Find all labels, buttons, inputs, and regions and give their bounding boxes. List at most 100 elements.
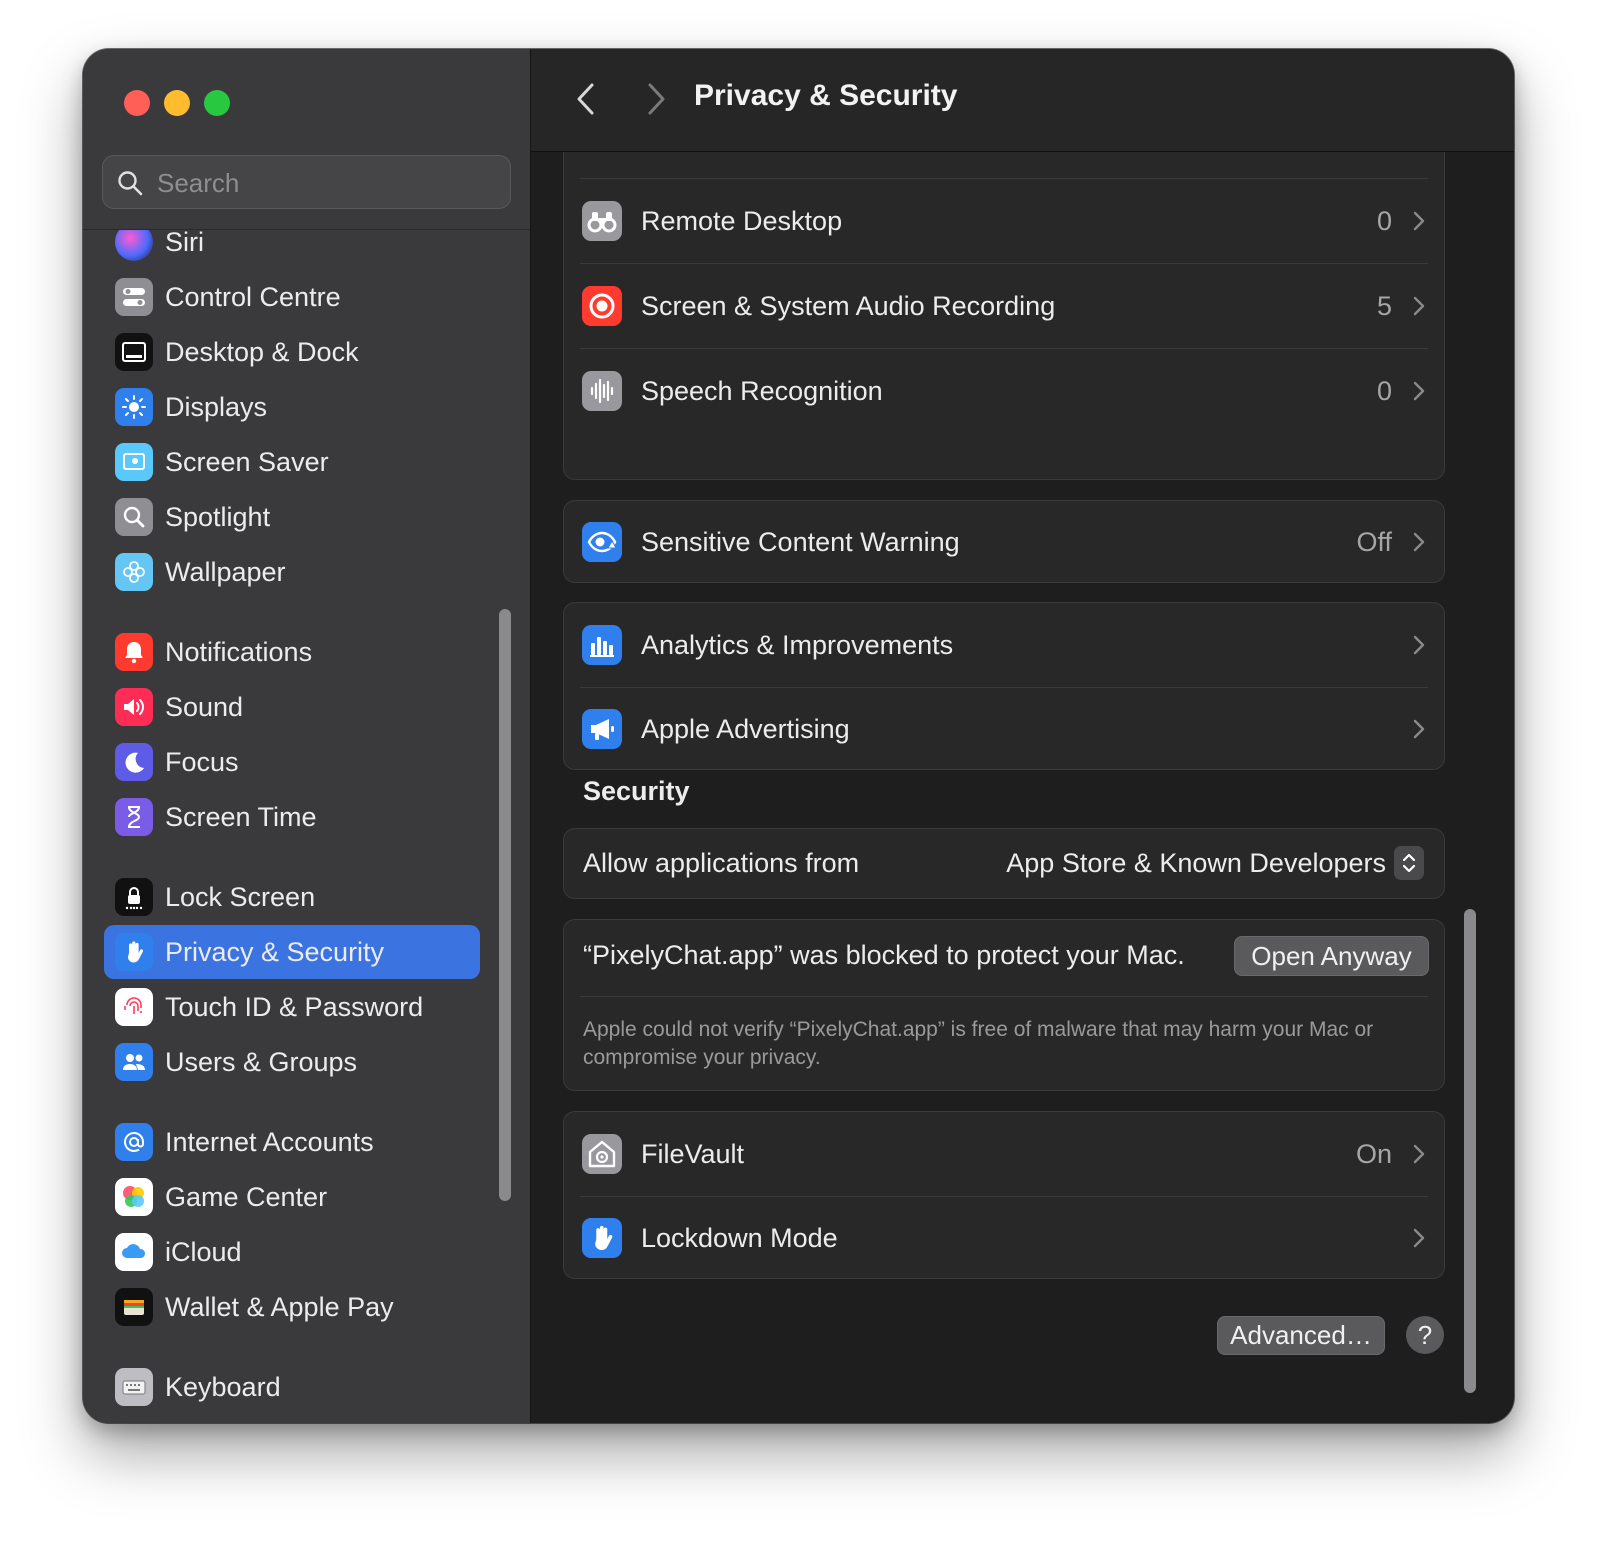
record-icon [582, 286, 622, 326]
settings-window: Siri Control Centre Desktop & Dock Displ… [83, 49, 1514, 1423]
advanced-button[interactable]: Advanced… [1217, 1316, 1385, 1355]
analytics-group: Analytics & Improvements Apple Advertisi… [563, 602, 1445, 770]
toolbar: Privacy & Security [531, 49, 1514, 152]
chevron-right-icon [1413, 296, 1425, 316]
sidebar-item-screen-time[interactable]: Screen Time [104, 790, 480, 844]
sidebar-item-lock-screen[interactable]: Lock Screen [104, 870, 480, 924]
users-groups-icon [115, 1043, 153, 1081]
chevron-right-icon [1413, 211, 1425, 231]
row-lockdown-mode[interactable]: Lockdown Mode [564, 1196, 1444, 1280]
wallpaper-icon [115, 553, 153, 591]
lock-screen-icon [115, 878, 153, 916]
sidebar-item-wallpaper[interactable]: Wallpaper [104, 545, 480, 599]
control-centre-icon [115, 278, 153, 316]
sidebar-item-screen-saver[interactable]: Screen Saver [104, 435, 480, 489]
screen-saver-icon [115, 443, 153, 481]
content-scrollbar[interactable] [1464, 909, 1476, 1393]
sidebar-item-privacy-security[interactable]: Privacy & Security [104, 925, 480, 979]
waveform-icon [582, 371, 622, 411]
sidebar-item-icloud[interactable]: iCloud [104, 1225, 480, 1279]
binoculars-icon [582, 201, 622, 241]
main-pane: Privacy & Security Remote Desktop 0 Scre… [531, 49, 1514, 1423]
sidebar-item-keyboard[interactable]: Keyboard [104, 1360, 480, 1414]
chevron-right-icon [1413, 381, 1425, 401]
chevron-right-icon [1413, 1144, 1425, 1164]
sidebar-item-game-center[interactable]: Game Center [104, 1170, 480, 1224]
game-center-icon [115, 1178, 153, 1216]
sidebar-item-users-groups[interactable]: Users & Groups [104, 1035, 480, 1089]
search-icon [118, 171, 143, 196]
notifications-icon [115, 633, 153, 671]
sidebar-item-displays[interactable]: Displays [104, 380, 480, 434]
fingerprint-icon [115, 988, 153, 1026]
sidebar-item-touch-id[interactable]: Touch ID & Password [104, 980, 480, 1034]
focus-icon [115, 743, 153, 781]
sidebar-item-wallet[interactable]: Wallet & Apple Pay [104, 1280, 480, 1334]
analytics-icon [582, 625, 622, 665]
privacy-permissions-group: Remote Desktop 0 Screen & System Audio R… [563, 152, 1445, 480]
icloud-icon [115, 1233, 153, 1271]
megaphone-icon [582, 709, 622, 749]
wallet-icon [115, 1288, 153, 1326]
sensitive-content-group: Sensitive Content Warning Off [563, 500, 1445, 583]
chevron-left-icon [577, 83, 594, 115]
sidebar-item-sound[interactable]: Sound [104, 680, 480, 734]
encryption-group: FileVault On Lockdown Mode [563, 1111, 1445, 1279]
divider [580, 996, 1428, 997]
sound-icon [115, 688, 153, 726]
screen-time-icon [115, 798, 153, 836]
back-button[interactable] [566, 79, 606, 119]
row-speech-recognition[interactable]: Speech Recognition 0 [564, 349, 1444, 433]
allow-apps-label: Allow applications from [583, 848, 860, 878]
filevault-icon [582, 1134, 622, 1174]
keyboard-icon [115, 1368, 153, 1406]
help-button[interactable]: ? [1406, 1316, 1444, 1354]
chevron-right-icon [648, 83, 665, 115]
chevron-right-icon [1413, 1228, 1425, 1248]
eye-warning-icon [582, 522, 622, 562]
sidebar-list: Siri Control Centre Desktop & Dock Displ… [83, 230, 530, 1423]
sidebar: Siri Control Centre Desktop & Dock Displ… [83, 49, 531, 1423]
sidebar-item-internet-accounts[interactable]: Internet Accounts [104, 1115, 480, 1169]
chevron-right-icon [1413, 532, 1425, 552]
sidebar-item-spotlight[interactable]: Spotlight [104, 490, 480, 544]
allow-apps-value: App Store & Known Developers [1006, 847, 1386, 878]
allow-apps-popup[interactable]: App Store & Known Developers [1006, 843, 1424, 883]
siri-icon [115, 230, 153, 261]
internet-accounts-icon [115, 1123, 153, 1161]
row-screen-audio-recording[interactable]: Screen & System Audio Recording 5 [564, 264, 1444, 348]
search-input[interactable] [155, 156, 499, 210]
sidebar-item-control-centre[interactable]: Control Centre [104, 270, 480, 324]
row-apple-advertising[interactable]: Apple Advertising [564, 687, 1444, 771]
sidebar-item-focus[interactable]: Focus [104, 735, 480, 789]
security-section-title: Security [583, 776, 690, 806]
close-button[interactable] [124, 90, 150, 116]
sidebar-item-notifications[interactable]: Notifications [104, 625, 480, 679]
chevron-right-icon [1413, 719, 1425, 739]
allow-apps-group: Allow applications from App Store & Know… [563, 828, 1445, 899]
row-analytics-improvements[interactable]: Analytics & Improvements [564, 603, 1444, 687]
row-filevault[interactable]: FileVault On [564, 1112, 1444, 1196]
spotlight-icon [115, 498, 153, 536]
minimize-button[interactable] [164, 90, 190, 116]
chevron-right-icon [1413, 635, 1425, 655]
blocked-app-group: “PixelyChat.app” was blocked to protect … [563, 919, 1445, 1091]
row-remote-desktop[interactable]: Remote Desktop 0 [564, 179, 1444, 263]
displays-icon [115, 388, 153, 426]
blocked-app-message: “PixelyChat.app” was blocked to protect … [583, 940, 1185, 970]
search-field[interactable] [102, 155, 511, 210]
page-title: Privacy & Security [694, 79, 958, 112]
privacy-hand-icon [115, 933, 153, 971]
blocked-app-detail: Apple could not verify “PixelyChat.app” … [583, 1018, 1374, 1069]
lockdown-hand-icon [582, 1218, 622, 1258]
sidebar-item-desktop-dock[interactable]: Desktop & Dock [104, 325, 480, 379]
desktop-dock-icon [115, 333, 153, 371]
sidebar-scrollbar[interactable] [499, 609, 511, 1201]
row-sensitive-content-warning[interactable]: Sensitive Content Warning Off [564, 500, 1444, 584]
updown-chevron-icon [1394, 846, 1424, 880]
content-scroll-area: Remote Desktop 0 Screen & System Audio R… [531, 152, 1514, 1423]
forward-button[interactable] [636, 79, 676, 119]
open-anyway-button[interactable]: Open Anyway [1234, 936, 1429, 976]
sidebar-item-siri[interactable]: Siri [104, 230, 480, 269]
zoom-button[interactable] [204, 90, 230, 116]
